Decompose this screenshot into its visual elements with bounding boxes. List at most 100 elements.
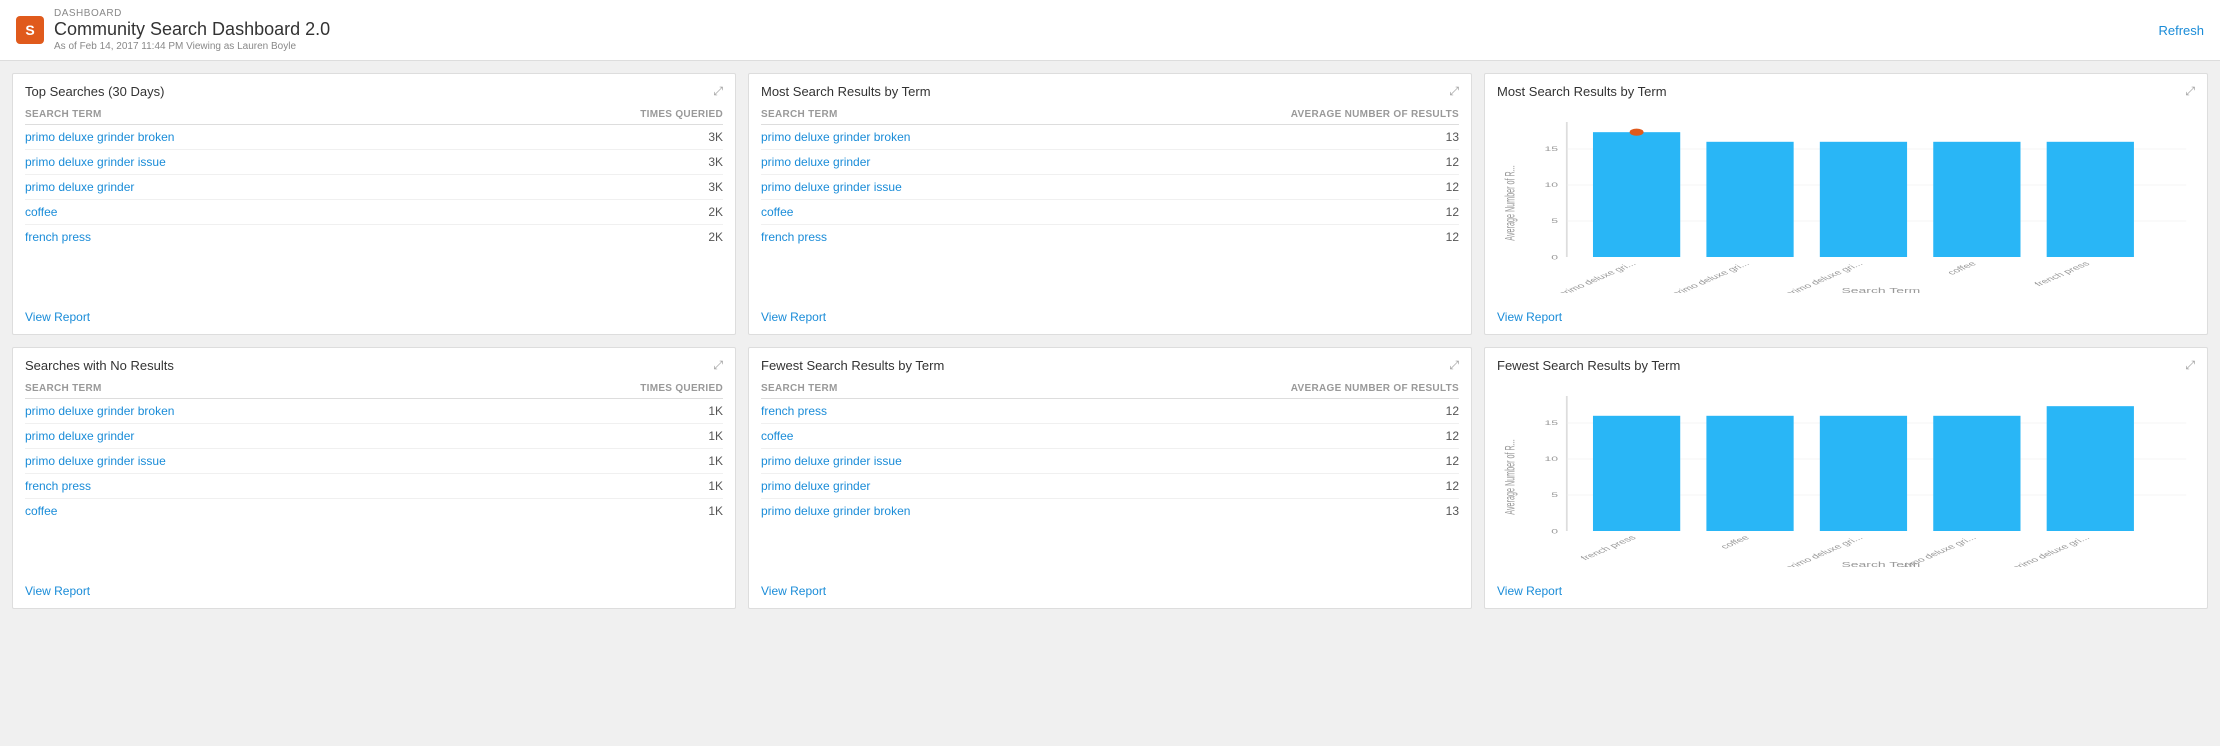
svg-text:15: 15 bbox=[1545, 146, 1559, 153]
col-times-queried: TIMES QUERIED bbox=[640, 109, 723, 120]
fewest-results-title: Fewest Search Results by Term bbox=[761, 358, 944, 373]
table-row: french press 12 bbox=[761, 225, 1459, 249]
app-logo: S bbox=[16, 16, 44, 44]
table-row: primo deluxe grinder 1K bbox=[25, 424, 723, 449]
svg-text:french press: french press bbox=[1579, 534, 1639, 562]
fewest-results-chart-header: Fewest Search Results by Term ⤢ bbox=[1485, 348, 2207, 379]
table-row: primo deluxe grinder issue 12 bbox=[761, 175, 1459, 200]
most-results-chart-svg: Average Number of R... 0 5 10 15 bbox=[1497, 113, 2195, 293]
col-search-term: SEARCH TERM bbox=[761, 383, 838, 394]
fewest-results-chart-area: Average Number of R... 0 5 10 15 french … bbox=[1485, 379, 2207, 574]
fewest-results-chart-footer: View Report bbox=[1485, 574, 2207, 608]
svg-text:coffee: coffee bbox=[1945, 260, 1979, 276]
table-row: primo deluxe grinder 12 bbox=[761, 474, 1459, 499]
top-searches-title: Top Searches (30 Days) bbox=[25, 84, 164, 99]
top-searches-card: Top Searches (30 Days) ⤢ SEARCH TERM TIM… bbox=[12, 73, 736, 335]
no-results-header: Searches with No Results ⤢ bbox=[13, 348, 735, 379]
no-results-col-headers: SEARCH TERM TIMES QUERIED bbox=[25, 379, 723, 399]
expand-icon[interactable]: ⤢ bbox=[1449, 358, 1459, 373]
most-results-header: Most Search Results by Term ⤢ bbox=[749, 74, 1471, 105]
dashboard-label: DASHBOARD bbox=[54, 8, 330, 19]
no-results-footer: View Report bbox=[13, 574, 735, 608]
refresh-button[interactable]: Refresh bbox=[2158, 23, 2204, 38]
table-row: french press 1K bbox=[25, 474, 723, 499]
most-results-chart-view-report[interactable]: View Report bbox=[1497, 310, 1562, 324]
most-results-table: SEARCH TERM AVERAGE NUMBER OF RESULTS pr… bbox=[749, 105, 1471, 280]
expand-icon[interactable]: ⤢ bbox=[713, 358, 723, 373]
svg-text:primo deluxe gri...: primo deluxe gri... bbox=[2010, 534, 2093, 567]
svg-text:Search Term: Search Term bbox=[1842, 287, 1921, 293]
table-row: french press 2K bbox=[25, 225, 723, 249]
table-row: primo deluxe grinder 12 bbox=[761, 150, 1459, 175]
header: S DASHBOARD Community Search Dashboard 2… bbox=[0, 0, 2220, 61]
svg-text:primo deluxe gri...: primo deluxe gri... bbox=[1669, 260, 1752, 293]
fewest-results-chart-title: Fewest Search Results by Term bbox=[1497, 358, 1680, 373]
fewest-results-chart-view-report[interactable]: View Report bbox=[1497, 584, 1562, 598]
fewest-results-header: Fewest Search Results by Term ⤢ bbox=[749, 348, 1471, 379]
col-search-term: SEARCH TERM bbox=[25, 383, 102, 394]
no-results-card: Searches with No Results ⤢ SEARCH TERM T… bbox=[12, 347, 736, 609]
col-avg-results: AVERAGE NUMBER OF RESULTS bbox=[1291, 383, 1459, 394]
no-results-view-report[interactable]: View Report bbox=[25, 584, 90, 598]
top-searches-col-headers: SEARCH TERM TIMES QUERIED bbox=[25, 105, 723, 125]
table-row: coffee 12 bbox=[761, 424, 1459, 449]
svg-text:Search Term: Search Term bbox=[1842, 561, 1921, 567]
top-searches-header: Top Searches (30 Days) ⤢ bbox=[13, 74, 735, 105]
page-title: Community Search Dashboard 2.0 bbox=[54, 19, 330, 40]
table-row: coffee 2K bbox=[25, 200, 723, 225]
col-times-queried: TIMES QUERIED bbox=[640, 383, 723, 394]
table-row: primo deluxe grinder broken 3K bbox=[25, 125, 723, 150]
col-search-term: SEARCH TERM bbox=[761, 109, 838, 120]
svg-text:5: 5 bbox=[1551, 492, 1558, 499]
most-results-view-report[interactable]: View Report bbox=[761, 310, 826, 324]
no-results-title: Searches with No Results bbox=[25, 358, 174, 373]
most-results-chart-footer: View Report bbox=[1485, 300, 2207, 334]
expand-icon[interactable]: ⤢ bbox=[1449, 84, 1459, 99]
top-searches-table: SEARCH TERM TIMES QUERIED primo deluxe g… bbox=[13, 105, 735, 280]
fewest-results-chart-card: Fewest Search Results by Term ⤢ Average … bbox=[1484, 347, 2208, 609]
most-results-chart-header: Most Search Results by Term ⤢ bbox=[1485, 74, 2207, 105]
col-search-term: SEARCH TERM bbox=[25, 109, 102, 120]
table-row: coffee 12 bbox=[761, 200, 1459, 225]
no-results-table: SEARCH TERM TIMES QUERIED primo deluxe g… bbox=[13, 379, 735, 554]
fewest-results-footer: View Report bbox=[749, 574, 1471, 608]
table-row: primo deluxe grinder broken 13 bbox=[761, 499, 1459, 523]
most-results-chart-title: Most Search Results by Term bbox=[1497, 84, 1667, 99]
fewest-results-card: Fewest Search Results by Term ⤢ SEARCH T… bbox=[748, 347, 1472, 609]
expand-icon[interactable]: ⤢ bbox=[2185, 84, 2195, 99]
fewest-results-chart-svg: Average Number of R... 0 5 10 15 french … bbox=[1497, 387, 2195, 567]
table-row: primo deluxe grinder broken 1K bbox=[25, 399, 723, 424]
expand-icon[interactable]: ⤢ bbox=[713, 84, 723, 99]
svg-text:primo deluxe gri...: primo deluxe gri... bbox=[1556, 260, 1639, 293]
svg-text:15: 15 bbox=[1545, 420, 1559, 427]
svg-text:Average Number of R...: Average Number of R... bbox=[1503, 165, 1518, 240]
svg-text:coffee: coffee bbox=[1718, 534, 1752, 550]
most-results-chart-area: Average Number of R... 0 5 10 15 bbox=[1485, 105, 2207, 300]
top-searches-view-report[interactable]: View Report bbox=[25, 310, 90, 324]
table-row: primo deluxe grinder broken 13 bbox=[761, 125, 1459, 150]
most-results-card: Most Search Results by Term ⤢ SEARCH TER… bbox=[748, 73, 1472, 335]
svg-text:10: 10 bbox=[1545, 456, 1559, 463]
svg-text:0: 0 bbox=[1551, 255, 1559, 262]
most-results-col-headers: SEARCH TERM AVERAGE NUMBER OF RESULTS bbox=[761, 105, 1459, 125]
svg-text:french press: french press bbox=[2032, 260, 2092, 288]
fewest-results-col-headers: SEARCH TERM AVERAGE NUMBER OF RESULTS bbox=[761, 379, 1459, 399]
most-results-footer: View Report bbox=[749, 300, 1471, 334]
table-row: french press 12 bbox=[761, 399, 1459, 424]
svg-text:10: 10 bbox=[1545, 182, 1559, 189]
fewest-results-table: SEARCH TERM AVERAGE NUMBER OF RESULTS fr… bbox=[749, 379, 1471, 554]
table-row: primo deluxe grinder issue 12 bbox=[761, 449, 1459, 474]
table-row: coffee 1K bbox=[25, 499, 723, 523]
fewest-results-view-report[interactable]: View Report bbox=[761, 584, 826, 598]
svg-text:Average Number of R...: Average Number of R... bbox=[1503, 439, 1518, 514]
table-row: primo deluxe grinder 3K bbox=[25, 175, 723, 200]
header-title-block: DASHBOARD Community Search Dashboard 2.0… bbox=[54, 8, 330, 52]
header-subtitle: As of Feb 14, 2017 11:44 PM Viewing as L… bbox=[54, 41, 330, 52]
dashboard-grid: Top Searches (30 Days) ⤢ SEARCH TERM TIM… bbox=[0, 61, 2220, 621]
table-row: primo deluxe grinder issue 3K bbox=[25, 150, 723, 175]
expand-icon[interactable]: ⤢ bbox=[2185, 358, 2195, 373]
most-results-chart-card: Most Search Results by Term ⤢ Average Nu… bbox=[1484, 73, 2208, 335]
svg-text:5: 5 bbox=[1551, 218, 1558, 225]
col-avg-results: AVERAGE NUMBER OF RESULTS bbox=[1291, 109, 1459, 120]
top-searches-footer: View Report bbox=[13, 300, 735, 334]
